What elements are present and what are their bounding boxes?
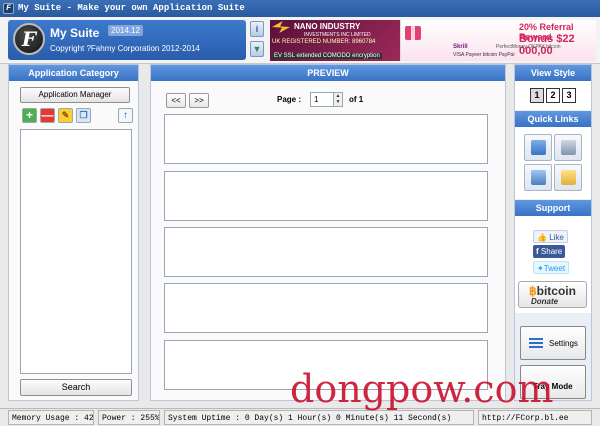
panel-title: PREVIEW [151,65,505,81]
preview-slot[interactable] [164,114,488,164]
view-style-3-button[interactable]: 3 [562,88,576,103]
bitcoin-logo: ฿bitcoin [529,284,576,298]
download-icon[interactable]: ▼ [250,41,264,57]
app-icon: F [3,3,14,14]
page-spinner[interactable]: ▲ ▼ [333,92,343,107]
thumbs-up-icon: 👍 [537,233,547,242]
ad-payments-top: PerfectMoney OKPAY bitcoin [496,44,561,50]
tweet-button[interactable]: ✦Tweet [533,261,570,274]
app-name: My Suite [50,26,100,40]
ad-left-line1: NANO INDUSTRY [294,22,361,31]
quick-link-network[interactable] [524,164,552,191]
view-style-2-button[interactable]: 2 [546,88,560,103]
window-title: My Suite - Make your own Application Sui… [18,3,245,13]
ad-left-line4: EV SSL extended COMODO encryption [272,53,382,59]
lightning-logo-icon [272,21,290,33]
right-sidebar: View Style 1 2 3 Quick Links Support 👍 L… [514,64,592,401]
version-badge: 2014.12 [108,25,143,36]
view-style-1-button[interactable]: 1 [530,88,544,103]
window-titlebar: F My Suite - Make your own Application S… [0,0,600,17]
preview-slot[interactable] [164,283,488,333]
display-settings-icon [531,140,546,155]
preview-panel: PREVIEW << >> Page : 1 ▲ ▼ of 1 [150,64,506,401]
copyright-text: Copyright ?Fahmy Corporation 2012-2014 [50,44,200,53]
ad-left-line3: UK REGISTERED NUMBER: 8960784 [272,39,376,45]
ad-left-line2: INVESTMENTS INC LIMITED [304,32,371,38]
view-style-title: View Style [515,65,591,81]
quick-link-folder[interactable] [554,164,582,191]
spin-down-icon[interactable]: ▼ [334,99,342,105]
facebook-icon: f [536,247,539,256]
donate-label: Donate [531,297,559,306]
page-label: Page : [277,95,302,104]
twitter-bird-icon: ✦ [537,264,544,273]
system-uptime-status: System Uptime : 0 Day(s) 1 Hour(s) 0 Min… [164,410,474,425]
settings-label: Settings [549,339,578,348]
quick-link-computer[interactable] [554,134,582,161]
edit-icon[interactable]: ✎ [58,108,73,123]
page-total-label: of 1 [349,95,364,104]
quick-links-section: Quick Links [515,111,591,199]
header: F My Suite 2014.12 Copyright ?Fahmy Corp… [0,17,600,64]
quick-links-title: Quick Links [515,111,591,127]
view-style-section: View Style 1 2 3 [515,65,591,110]
app-logo-block: F My Suite 2014.12 Copyright ?Fahmy Corp… [8,20,246,60]
category-list[interactable] [20,129,132,374]
bitcoin-brand-label: bitcoin [536,284,576,298]
info-icon[interactable]: i [250,21,264,37]
logo-icon: F [13,23,45,55]
next-page-button[interactable]: >> [189,93,209,108]
computer-icon [561,140,576,155]
website-link[interactable]: http://FCorp.bl.ee [478,410,592,425]
memory-usage-status: Memory Usage : 42% [8,410,94,425]
tweet-label: Tweet [543,264,566,273]
copy-icon[interactable]: ❐ [76,108,91,123]
facebook-share-button[interactable]: f Share [533,245,566,258]
skrill-logo: Skrill [453,44,468,50]
settings-icon [529,338,543,349]
facebook-like-button[interactable]: 👍 Like [533,230,568,243]
folder-icon [561,170,576,185]
settings-button[interactable]: Settings [520,326,586,360]
share-label: Share [540,247,563,256]
gift-icon [405,26,421,40]
remove-icon[interactable]: — [40,108,55,123]
application-category-panel: Application Category Application Manager… [8,64,139,401]
application-manager-button[interactable]: Application Manager [20,87,130,103]
nano-industry-ad-banner[interactable]: NANO INDUSTRY INVESTMENTS INC LIMITED UK… [270,20,400,61]
watermark-text: dongpow.com [290,367,554,411]
panel-title: Application Category [9,65,138,81]
preview-slot[interactable] [164,171,488,221]
bitcoin-donate-button[interactable]: ฿bitcoin Donate [518,281,587,308]
up-arrow-icon[interactable]: ↑ [118,108,133,123]
previous-page-button[interactable]: << [166,93,186,108]
header-mini-icons: i ▼ [250,21,264,59]
add-icon[interactable]: + [22,108,37,123]
support-title: Support [515,200,591,216]
bitcoin-icon: ฿ [529,284,537,298]
page-number-input[interactable]: 1 [310,92,334,107]
ad-payments: VISA Payeer bitcoin PayPal [453,52,515,58]
power-status: Power : 255% [98,410,160,425]
network-icon [531,170,546,185]
preview-slot[interactable] [164,227,488,277]
quick-link-display[interactable] [524,134,552,161]
search-button[interactable]: Search [20,379,132,396]
like-label: Like [549,233,564,242]
referral-bonus-ad-banner[interactable]: 20% Referral Reward Bonus $22 000,00 Skr… [400,20,596,61]
